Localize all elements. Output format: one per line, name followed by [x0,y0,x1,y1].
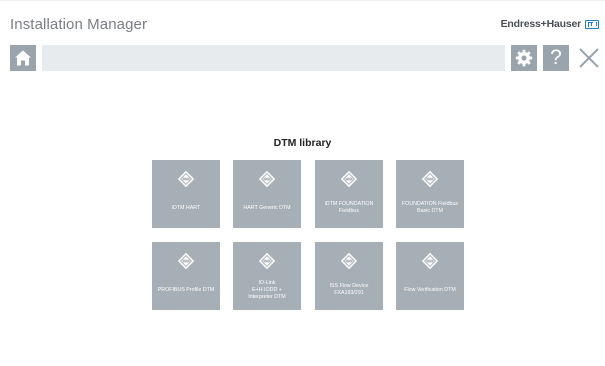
dtm-tile-label-text: IO-Link E+H IODD + Interpreter DTM [248,279,286,300]
dtm-diamond-icon: DTM [258,252,276,270]
brand-logo: Endress+Hauser [501,18,599,30]
dtm-tile-label: FOUNDATION Fieldbus Basic DTM [399,192,461,224]
dtm-diamond-icon: DTM [340,170,358,188]
dtm-diamond-icon: DTM [421,170,439,188]
installation-manager-window: Installation Manager Endress+Hauser ? DT… [0,0,605,366]
svg-text:DTM: DTM [184,261,189,263]
svg-text:DTM: DTM [184,179,189,181]
dtm-tile-label-text: FOUNDATION Fieldbus Basic DTM [401,201,459,214]
settings-button[interactable] [511,45,537,71]
dtm-tile[interactable]: DTM iDTM FOUNDATION Fieldbus [315,160,383,228]
svg-text:DTM: DTM [347,179,352,181]
top-border [0,0,605,1]
svg-text:DTM: DTM [428,261,433,263]
svg-text:DTM: DTM [428,179,433,181]
search-input[interactable] [42,45,505,71]
toolbar: ? [10,45,602,71]
dtm-tile-label: IO-Link E+H IODD + Interpreter DTM [236,274,298,306]
svg-text:DTM: DTM [347,261,352,263]
dtm-tile[interactable]: DTM iDTM HART [152,160,220,228]
dtm-library-heading: DTM library [273,137,332,149]
dtm-diamond-icon: DTM [258,170,276,188]
dtm-tile[interactable]: DTM ISS Flow Device FXA193/291 [315,242,383,310]
dtm-diamond-icon: DTM [177,170,195,188]
close-icon [579,48,599,68]
question-mark-icon: ? [550,46,562,69]
dtm-tile-label: iDTM HART [155,192,217,224]
dtm-tile-label-text: iDTM FOUNDATION Fieldbus [324,201,374,214]
dtm-tile[interactable]: DTM FOUNDATION Fieldbus Basic DTM [396,160,464,228]
dtm-tile-label: ISS Flow Device FXA193/291 [318,274,380,306]
help-button[interactable]: ? [543,45,569,71]
dtm-diamond-icon: DTM [340,252,358,270]
gear-icon [515,49,533,67]
dtm-tile[interactable]: DTM IO-Link E+H IODD + Interpreter DTM [233,242,301,310]
eh-logo-icon [585,19,599,29]
dtm-tile-label: Flow Verification DTM [399,274,461,306]
dtm-tile-label-text: PROFIBUS Profile DTM [157,286,215,293]
dtm-tile-label: HART Generic DTM [236,192,298,224]
app-title: Installation Manager [10,16,148,33]
dtm-tile-label: PROFIBUS Profile DTM [155,274,217,306]
dtm-tile[interactable]: DTM HART Generic DTM [233,160,301,228]
home-button[interactable] [10,45,36,71]
close-button[interactable] [576,45,602,71]
dtm-tile-label-text: iDTM HART [171,204,201,211]
home-icon [15,50,31,66]
dtm-tile-label-text: Flow Verification DTM [404,286,456,293]
dtm-diamond-icon: DTM [421,252,439,270]
dtm-tile-label-text: HART Generic DTM [243,204,291,211]
dtm-tile[interactable]: DTM PROFIBUS Profile DTM [152,242,220,310]
brand-name: Endress+Hauser [500,18,582,30]
svg-text:DTM: DTM [265,261,270,263]
svg-text:DTM: DTM [265,179,270,181]
dtm-tile-label: iDTM FOUNDATION Fieldbus [318,192,380,224]
dtm-tile[interactable]: DTM Flow Verification DTM [396,242,464,310]
dtm-diamond-icon: DTM [177,252,195,270]
dtm-tile-label-text: ISS Flow Device FXA193/291 [329,283,369,296]
